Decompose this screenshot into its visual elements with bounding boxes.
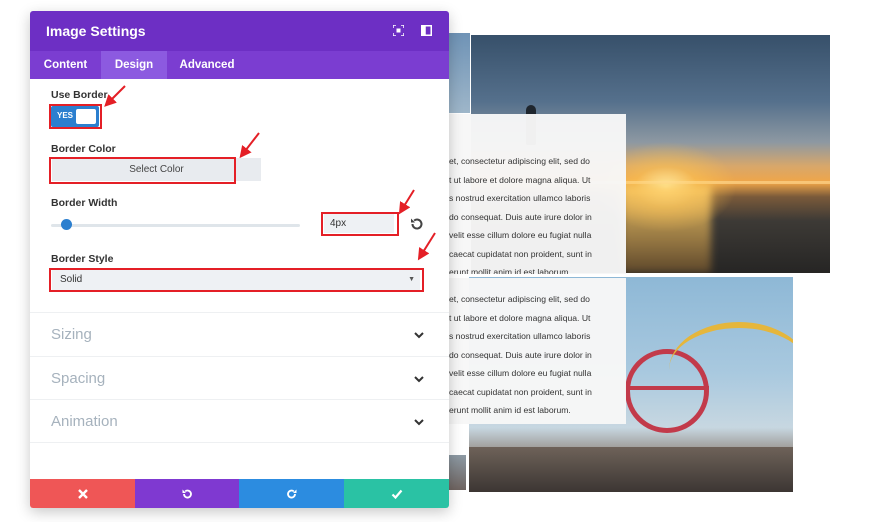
annotation-arrow — [104, 85, 126, 107]
annotation-arrow — [239, 132, 260, 159]
annotation-arrow — [398, 189, 415, 215]
annotation-arrow — [417, 232, 436, 261]
annotation-arrows — [104, 85, 436, 261]
